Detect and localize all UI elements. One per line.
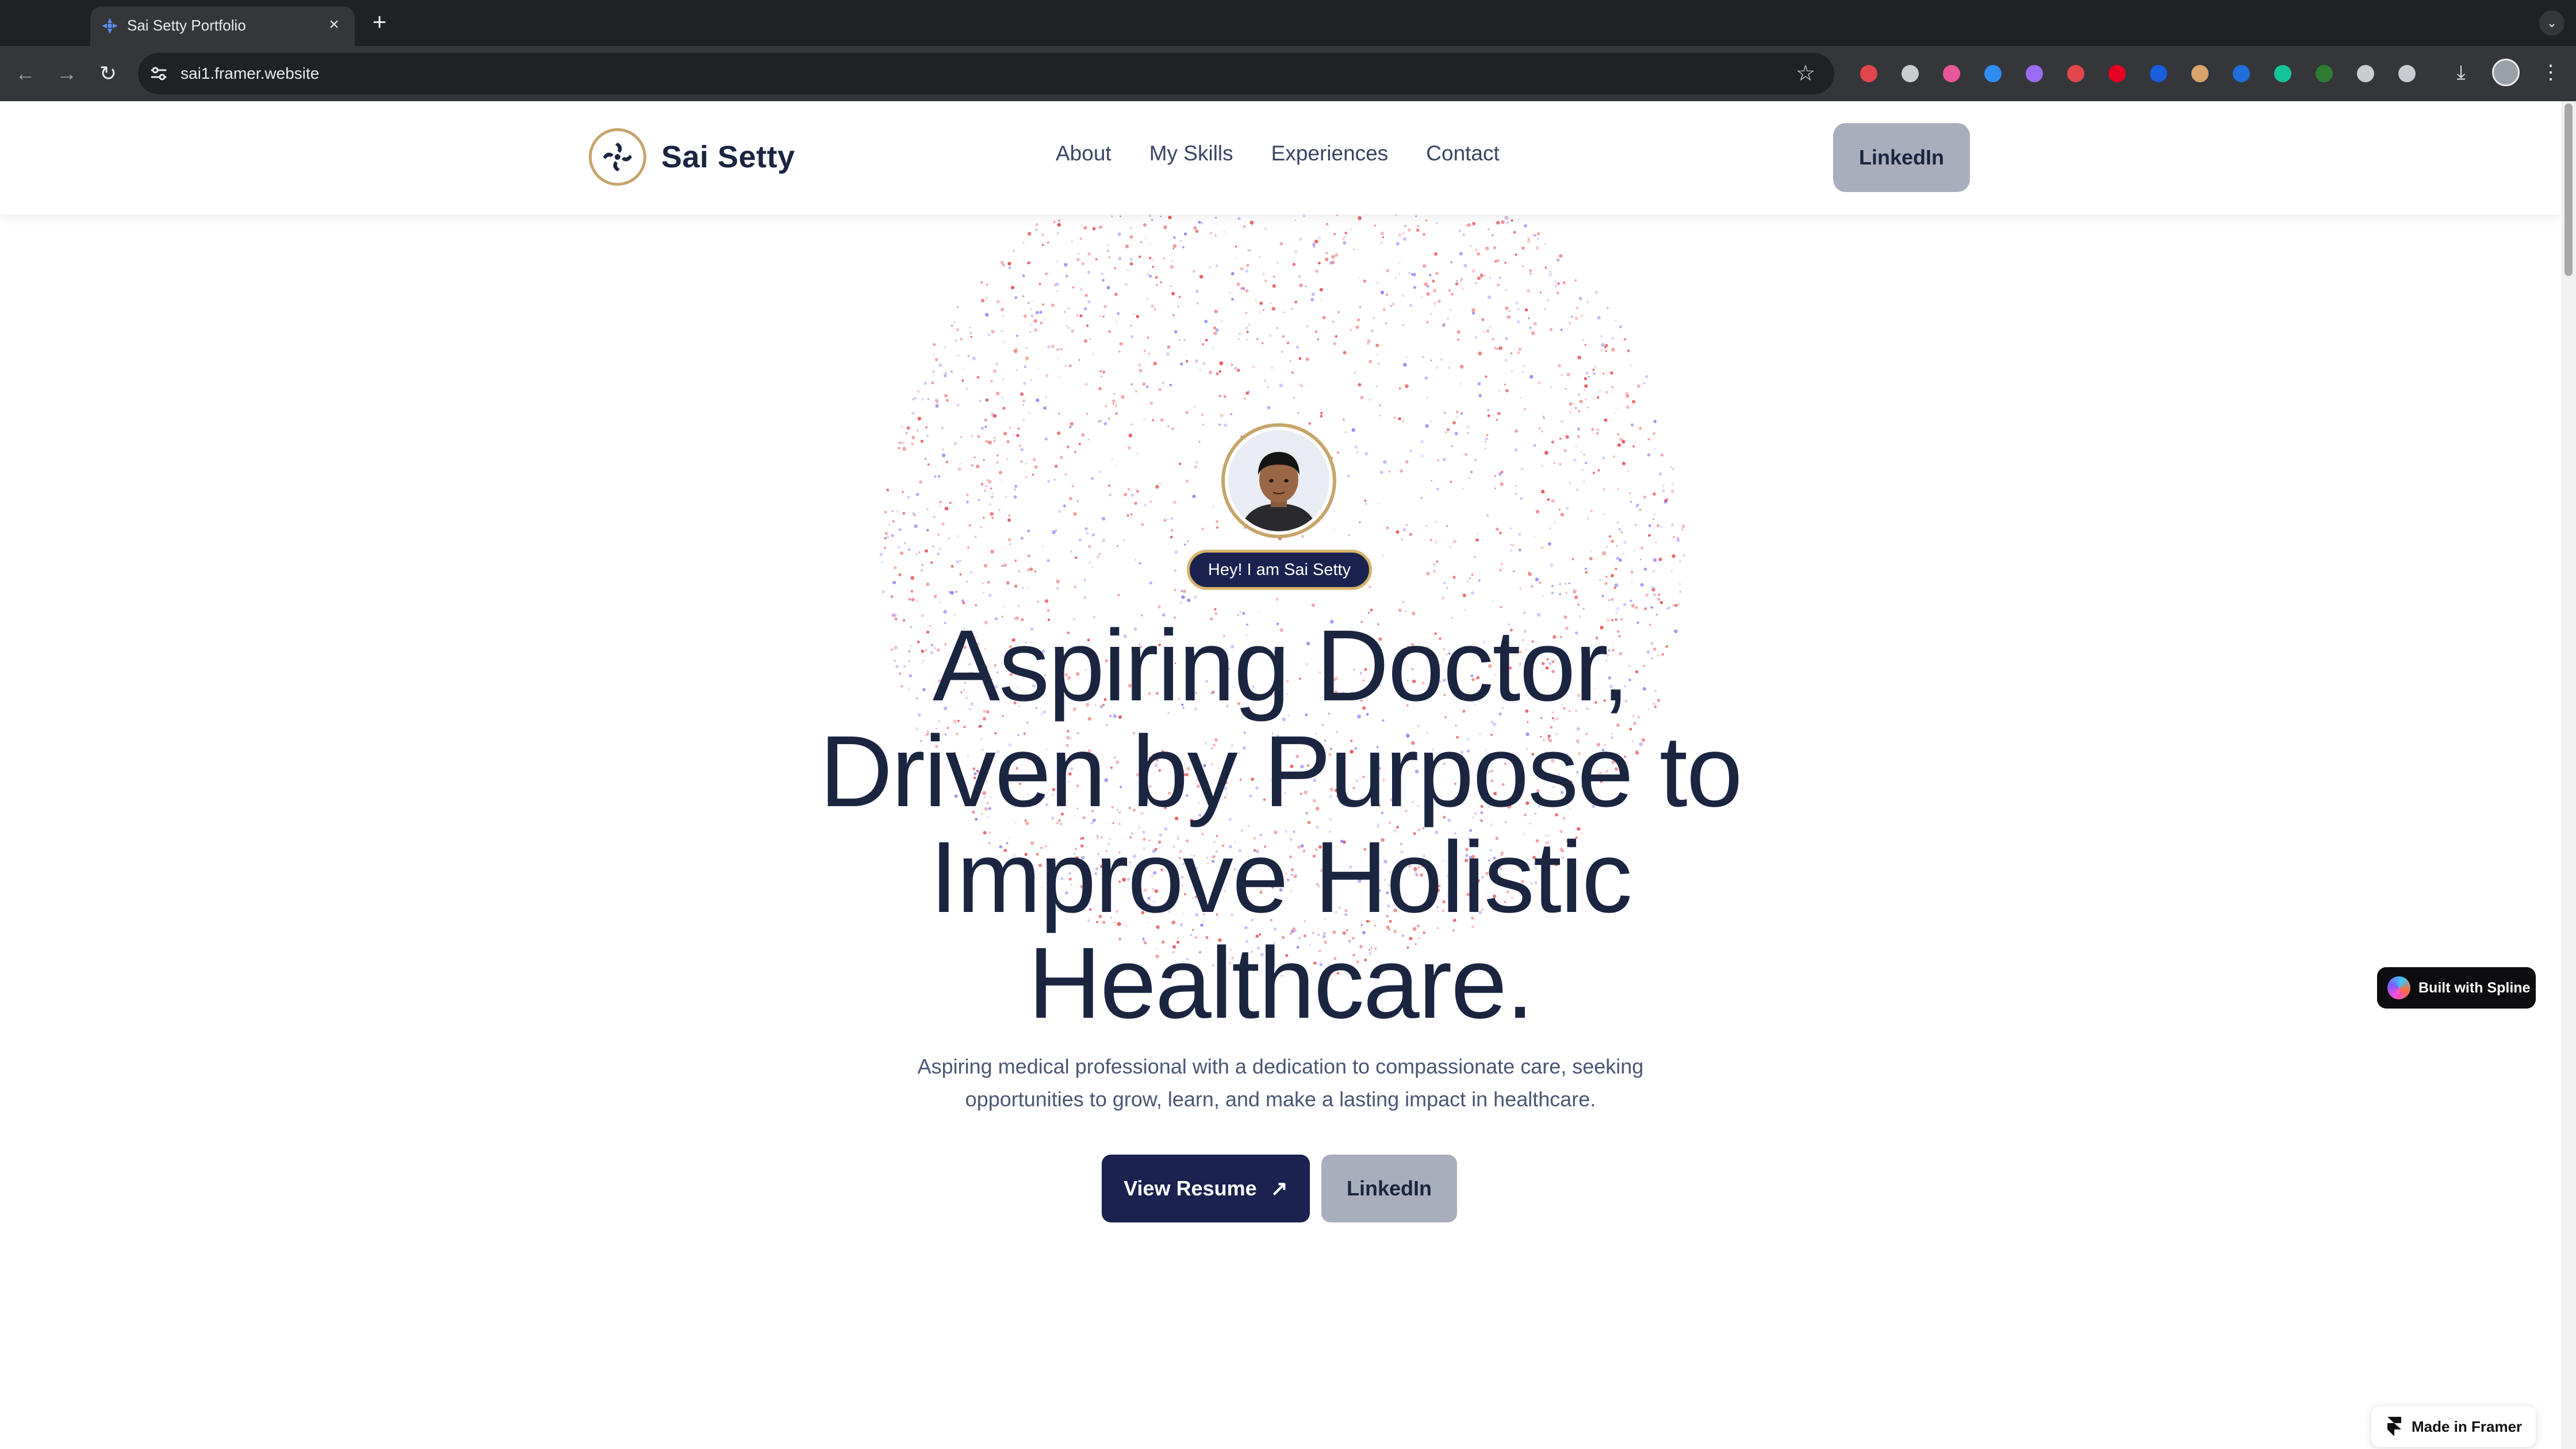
new-tab-button[interactable]: + (368, 10, 391, 34)
hero-title-line: Aspiring Doctor, (932, 610, 1630, 722)
toolbar-right-group: ⤓ ⋮ (2447, 59, 2564, 86)
ext-check-icon[interactable] (1979, 60, 2007, 87)
made-in-framer-badge[interactable]: Made in Framer (2371, 1406, 2536, 1447)
spline-badge-label: Built with Spline (2418, 979, 2531, 996)
arrow-up-right-icon: ↗ (1270, 1176, 1288, 1200)
hero-actions: View Resume ↗ LinkedIn (1102, 1155, 1457, 1222)
back-arrow-icon[interactable]: ← (12, 60, 39, 87)
hero-subtitle: Aspiring medical professional with a ded… (862, 1050, 1699, 1116)
profile-photo (1221, 423, 1336, 538)
bookmark-star-icon[interactable]: ☆ (1793, 61, 1818, 86)
main-nav: About My Skills Experiences Contact (1056, 141, 1500, 166)
ext-camera-icon[interactable] (1896, 60, 1924, 87)
page-viewport: Sai Setty About My Skills Experiences Co… (0, 101, 2561, 1449)
ext-face-icon[interactable] (2186, 60, 2214, 87)
nav-link-about[interactable]: About (1056, 141, 1111, 166)
forward-arrow-icon[interactable]: → (53, 60, 80, 87)
browser-tab-bar: Sai Setty Portfolio × + ⌄ (0, 0, 2576, 46)
pinwheel-logo-icon (589, 128, 646, 186)
browser-toolbar: ← → ↻ sai1.framer.website ☆ ⤓ ⋮ (0, 46, 2576, 101)
profile-avatar[interactable] (2492, 59, 2520, 86)
hero-title-line: Driven by Purpose to (819, 715, 1742, 828)
nav-link-my-skills[interactable]: My Skills (1149, 141, 1233, 166)
ext-feather-icon[interactable] (2021, 60, 2048, 87)
brand-name: Sai Setty (661, 140, 795, 174)
ext-bitwarden-icon[interactable] (2145, 60, 2172, 87)
extensions-row (1855, 59, 2421, 89)
ext-shield-icon[interactable] (1855, 60, 1883, 87)
hero-subtitle-line: Aspiring medical professional with a ded… (917, 1055, 1644, 1078)
close-tab-icon[interactable]: × (324, 14, 344, 35)
browser-tab-active[interactable]: Sai Setty Portfolio × (90, 6, 355, 46)
tab-list-chevron-icon[interactable]: ⌄ (2539, 10, 2564, 36)
ext-scissors-icon[interactable] (2062, 60, 2090, 87)
scrollbar-thumb[interactable] (2564, 103, 2573, 276)
ext-tag-icon[interactable] (2310, 60, 2338, 87)
greeting-badge: Hey! I am Sai Setty (1187, 550, 1372, 590)
site-info-icon[interactable] (148, 63, 169, 84)
ext-pinterest-icon[interactable] (2103, 60, 2131, 87)
ext-puzzle-icon[interactable] (2393, 60, 2421, 87)
reload-icon[interactable]: ↻ (94, 60, 122, 87)
framer-favicon-icon (102, 18, 118, 34)
nav-link-contact[interactable]: Contact (1426, 141, 1500, 166)
view-resume-label: View Resume (1124, 1176, 1257, 1200)
url-text[interactable]: sai1.framer.website (181, 64, 319, 83)
ext-p-icon[interactable] (2228, 60, 2255, 87)
ext-grammarly-icon[interactable] (2269, 60, 2297, 87)
header-linkedin-button[interactable]: LinkedIn (1833, 123, 1970, 192)
page-scrollbar[interactable] (2561, 101, 2576, 1449)
person-portrait-icon (1228, 430, 1329, 531)
hero-title: Aspiring Doctor, Driven by Purpose to Im… (747, 613, 1814, 1036)
site-header: Sai Setty About My Skills Experiences Co… (0, 101, 2561, 214)
built-with-spline-badge[interactable]: Built with Spline (2377, 967, 2536, 1009)
download-icon[interactable]: ⤓ (2447, 59, 2475, 86)
menu-kebab-icon[interactable]: ⋮ (2537, 59, 2564, 86)
view-resume-button[interactable]: View Resume ↗ (1102, 1155, 1310, 1222)
address-bar[interactable]: sai1.framer.website ☆ (138, 53, 1834, 94)
hero-title-line: Improve Holistic (930, 821, 1632, 934)
ext-guard-icon[interactable] (2352, 60, 2379, 87)
hero-section: Hey! I am Sai Setty Aspiring Doctor, Dri… (0, 101, 2561, 1449)
framer-badge-label: Made in Framer (2412, 1417, 2523, 1435)
nav-link-experiences[interactable]: Experiences (1271, 141, 1389, 166)
spline-logo-icon (2387, 976, 2410, 999)
brand-logo[interactable]: Sai Setty (589, 128, 795, 186)
ext-video-icon[interactable] (1938, 60, 1965, 87)
hero-linkedin-button[interactable]: LinkedIn (1321, 1155, 1457, 1222)
hero-title-line: Healthcare. (1028, 927, 1534, 1040)
hero-subtitle-line: opportunities to grow, learn, and make a… (965, 1087, 1596, 1111)
framer-logo-icon (2387, 1417, 2401, 1436)
tab-title: Sai Setty Portfolio (127, 17, 246, 34)
